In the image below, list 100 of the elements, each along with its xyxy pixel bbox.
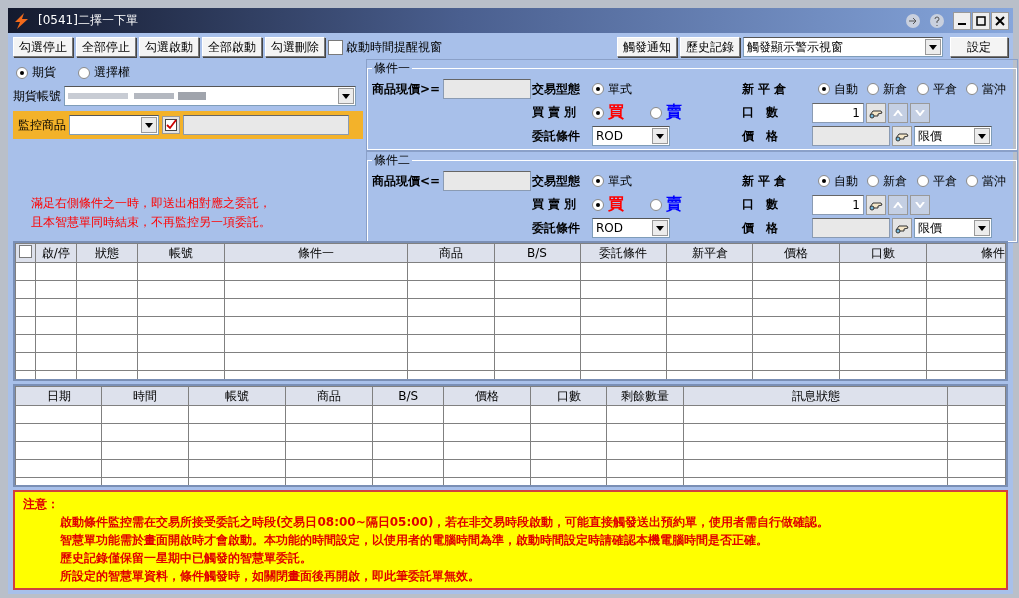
- exit-icon[interactable]: [905, 12, 921, 29]
- column-header: 剩餘數量: [606, 386, 684, 406]
- order-condition-select[interactable]: ROD: [592, 218, 670, 238]
- column-header: B/S: [372, 386, 444, 406]
- radio-option[interactable]: 期貨: [16, 64, 56, 81]
- toolbar-button[interactable]: 勾選刪除: [265, 37, 325, 57]
- toolbar-button[interactable]: 全部啟動: [202, 37, 262, 57]
- radio-option[interactable]: 單式: [592, 172, 632, 190]
- reminder-checkbox[interactable]: [328, 39, 343, 55]
- radio-option[interactable]: 自動: [818, 80, 858, 98]
- toolbar-button[interactable]: 勾選啟動: [139, 37, 199, 57]
- product-select[interactable]: [69, 115, 159, 135]
- pointer-hand-icon[interactable]: [892, 126, 912, 146]
- price-input[interactable]: [443, 171, 532, 191]
- column-header: 日期: [15, 386, 102, 406]
- pointer-hand-icon[interactable]: [866, 102, 886, 123]
- settings-button[interactable]: 設定: [950, 37, 1008, 57]
- notice-text: 歷史記錄僅保留一星期中已觸發的智慧單委託。: [59, 550, 313, 567]
- field-label: 口 數: [742, 196, 779, 213]
- column-header: 新平倉: [666, 243, 753, 263]
- toolbar-button[interactable]: 觸發通知: [617, 37, 677, 57]
- column-header: B/S: [494, 243, 581, 263]
- field-label: 買 賣 別: [532, 104, 578, 121]
- radio-option[interactable]: 平倉: [916, 80, 957, 98]
- help-icon[interactable]: [929, 12, 945, 29]
- radio-option[interactable]: 自動: [818, 172, 858, 190]
- radio-option[interactable]: 當沖: [966, 80, 1006, 98]
- price-type-select[interactable]: 限價: [914, 218, 992, 238]
- radio-option[interactable]: 平倉: [916, 172, 957, 190]
- display-mode-select[interactable]: 觸發顯示警示視窗: [743, 37, 943, 57]
- dropdown-arrow-icon: [656, 225, 664, 231]
- column-header: 委託條件: [580, 243, 667, 263]
- notice-text: 智慧單功能需於畫面開啟時才會啟動。本功能的時間設定，以使用者的電腦時間為準，啟動時間設定時請確認本機電腦時間是否正確。: [59, 532, 769, 549]
- column-header: 訊息狀態: [683, 386, 948, 406]
- radio-option[interactable]: 賣: [650, 102, 682, 123]
- field-label: 期貨帳號: [13, 87, 61, 105]
- column-header: 價格: [752, 243, 840, 263]
- dropdown-arrow-icon: [145, 122, 153, 128]
- field-label: 新 平 倉: [742, 80, 788, 98]
- dropdown-arrow-icon: [656, 133, 664, 139]
- quantity-input[interactable]: 1: [812, 102, 864, 123]
- radio-option[interactable]: 選擇權: [78, 64, 130, 81]
- dropdown-arrow-icon: [342, 93, 350, 99]
- column-header: 價格: [443, 386, 531, 406]
- field-label: 委託條件: [532, 127, 581, 145]
- field-label: 交易型態: [532, 172, 581, 190]
- radio-option[interactable]: 當沖: [966, 172, 1006, 190]
- field-label: 價 格: [742, 127, 779, 145]
- column-header: 商品: [285, 386, 373, 406]
- price-input[interactable]: [443, 79, 532, 99]
- column-header: 口數: [839, 243, 927, 263]
- radio-option[interactable]: 賣: [650, 194, 682, 215]
- select-all-checkbox[interactable]: [18, 245, 32, 258]
- notice-text: 所設定的智慧單資料，條件觸發時，如關閉畫面後再開啟，即此筆委託單無效。: [59, 568, 481, 585]
- field-label: 新 平 倉: [742, 172, 788, 190]
- check-icon[interactable]: [162, 116, 180, 134]
- field-label: 交易型態: [532, 80, 581, 98]
- price-input[interactable]: [812, 126, 890, 146]
- checkbox-label: 啟動時間提醒視窗: [346, 38, 442, 56]
- field-label: 價 格: [742, 219, 779, 237]
- notice-text: 啟動條件監控需在交易所接受委託之時段(交易日08:00~隔日05:00)，若在非交易時段啟動，可能直接觸發送出預約單，使用者需自行做確認。: [59, 514, 831, 531]
- toolbar-button[interactable]: 勾選停止: [13, 37, 73, 57]
- close-icon[interactable]: [991, 11, 1009, 30]
- price-type-select[interactable]: 限價: [914, 126, 992, 146]
- toolbar-button[interactable]: 全部停止: [76, 37, 136, 57]
- toolbar-button[interactable]: 歷史記錄: [680, 37, 740, 57]
- window-title: [0541]二擇一下單: [38, 12, 139, 29]
- field-label: 口 數: [742, 104, 779, 121]
- notice-title: 注意：: [23, 496, 60, 513]
- field-label: 監控商品: [18, 116, 66, 134]
- field-label: 商品現價<=: [372, 172, 441, 190]
- column-header: 帳號: [137, 243, 225, 263]
- maximize-icon[interactable]: [972, 11, 990, 30]
- account-select[interactable]: [64, 86, 356, 106]
- quantity-input[interactable]: 1: [812, 194, 864, 215]
- radio-option[interactable]: 單式: [592, 80, 632, 98]
- dropdown-arrow-icon: [929, 44, 937, 50]
- radio-option[interactable]: 新倉: [867, 172, 908, 190]
- column-header: 啟/停: [35, 243, 77, 263]
- pointer-hand-icon[interactable]: [866, 194, 886, 215]
- field-label: 委託條件: [532, 219, 581, 237]
- group-title: 條件二: [373, 152, 411, 169]
- dropdown-arrow-icon: [978, 133, 986, 139]
- column-header: 時間: [102, 386, 189, 406]
- price-input[interactable]: [812, 218, 890, 238]
- column-header: 口數: [530, 386, 607, 406]
- column-header: 帳號: [188, 386, 286, 406]
- column-header: 條件: [926, 243, 1006, 263]
- pointer-hand-icon[interactable]: [892, 218, 912, 238]
- rule-note: 滿足右側條件之一時，即送出相對應之委託， 且本智慧單同時結束，不再監控另一項委託。: [31, 195, 272, 231]
- field-label: 商品現價>=: [372, 80, 441, 98]
- column-header: 狀態: [76, 243, 138, 263]
- order-condition-select[interactable]: ROD: [592, 126, 670, 146]
- dropdown-arrow-icon: [978, 225, 986, 231]
- field-label: 買 賣 別: [532, 196, 578, 213]
- column-header: 條件一: [224, 243, 408, 263]
- group-title: 條件一: [373, 60, 411, 77]
- column-header: 商品: [407, 243, 494, 263]
- radio-option[interactable]: 新倉: [867, 80, 908, 98]
- minimize-icon[interactable]: [953, 11, 971, 30]
